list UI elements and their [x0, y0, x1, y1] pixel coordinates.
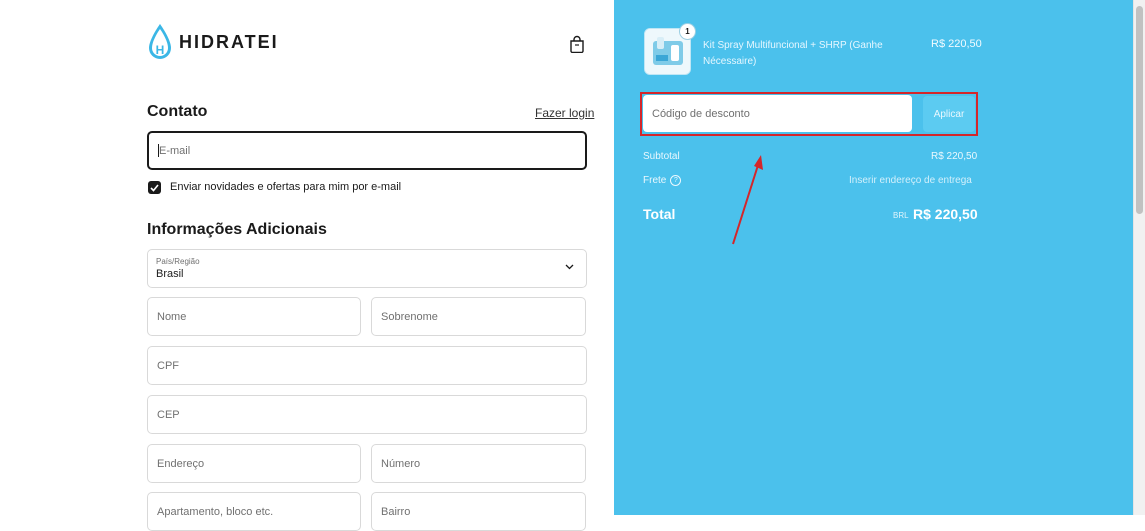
first-name-placeholder: Nome — [157, 310, 187, 323]
total-value: R$ 220,50 — [913, 206, 978, 222]
product-title: Kit Spray Multifuncional + SHRP (Ganhe N… — [703, 40, 883, 67]
first-name-field[interactable]: Nome — [147, 297, 361, 336]
checkmark-icon — [150, 183, 159, 192]
country-select[interactable] — [147, 249, 587, 288]
additional-info-heading: Informações Adicionais — [147, 221, 327, 238]
discount-code-placeholder: Código de desconto — [652, 107, 750, 120]
scrollbar-thumb[interactable] — [1136, 6, 1143, 214]
total-currency: BRL — [893, 211, 909, 220]
brand-name: HIDRATEI — [179, 31, 279, 52]
country-select-value: Brasil — [156, 268, 184, 280]
quantity-badge: 1 — [680, 24, 695, 39]
shipping-label: Frete — [643, 175, 667, 187]
contact-heading: Contato — [147, 103, 208, 120]
subtotal-value: R$ 220,50 — [931, 151, 978, 162]
shopping-bag-icon[interactable] — [569, 35, 585, 53]
checkout-form-panel: H HIDRATEI Contato Fazer login E-mail En… — [0, 0, 614, 531]
info-icon[interactable]: ? — [670, 175, 682, 186]
total-label: Total — [643, 206, 676, 222]
address-placeholder: Endereço — [157, 457, 205, 470]
apply-discount-button[interactable]: Aplicar — [923, 96, 975, 132]
last-name-placeholder: Sobrenome — [381, 310, 438, 323]
apartment-placeholder: Apartamento, bloco etc. — [157, 506, 274, 518]
neighborhood-field[interactable]: Bairro — [371, 492, 586, 531]
email-field[interactable]: E-mail — [147, 131, 587, 170]
product-price: R$ 220,50 — [931, 38, 982, 50]
brand-logo[interactable]: H HIDRATEI — [147, 23, 279, 61]
order-summary-panel — [614, 0, 1133, 515]
neighborhood-placeholder: Bairro — [381, 506, 411, 518]
discount-code-field[interactable]: Código de desconto — [643, 95, 912, 132]
login-link[interactable]: Fazer login — [535, 106, 594, 120]
cpf-placeholder: CPF — [157, 359, 179, 372]
annotation-arrow-icon — [732, 155, 763, 245]
number-placeholder: Número — [381, 457, 421, 470]
chevron-down-icon — [565, 264, 574, 270]
newsletter-label: Enviar novidades e ofertas para mim por … — [170, 181, 402, 193]
apartment-field[interactable]: Apartamento, bloco etc. — [147, 492, 361, 531]
country-select-label: País/Região — [156, 257, 200, 266]
cpf-field[interactable]: CPF — [147, 346, 587, 385]
cep-field[interactable]: CEP — [147, 395, 587, 434]
last-name-field[interactable]: Sobrenome — [371, 297, 586, 336]
subtotal-label: Subtotal — [643, 151, 680, 162]
water-drop-logo-icon: H — [149, 24, 171, 59]
page-scrollbar[interactable] — [1133, 0, 1145, 515]
newsletter-checkbox[interactable] — [148, 181, 161, 194]
email-placeholder: E-mail — [159, 144, 191, 157]
shipping-value: Inserir endereço de entrega — [849, 175, 972, 186]
cep-placeholder: CEP — [157, 408, 180, 421]
shipping-label-row: Frete? — [643, 175, 682, 187]
address-field[interactable]: Endereço — [147, 444, 361, 483]
svg-text:H: H — [156, 43, 165, 57]
number-field[interactable]: Número — [371, 444, 586, 483]
